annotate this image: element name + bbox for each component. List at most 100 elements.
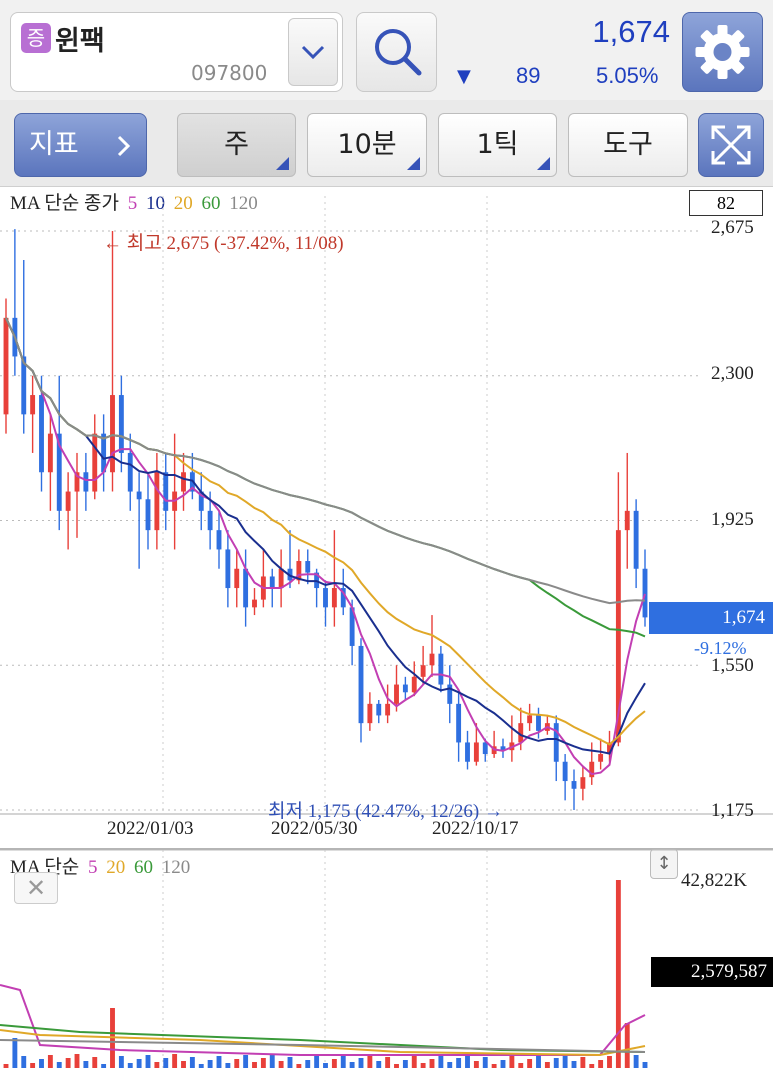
volume-bar — [385, 1057, 391, 1068]
volume-bar — [145, 1055, 151, 1068]
candle-body — [39, 395, 44, 473]
candle-body — [429, 653, 435, 666]
volume-bar — [83, 1061, 89, 1068]
candle-body — [136, 491, 142, 500]
volume-bar — [491, 1064, 497, 1068]
current-price: 1,674 — [592, 14, 670, 49]
search-button[interactable] — [356, 12, 437, 92]
volume-bar — [65, 1058, 71, 1068]
volume-bar — [589, 1064, 595, 1068]
candle-body — [154, 472, 160, 531]
volume-bar — [3, 1064, 9, 1068]
candle-body — [110, 395, 115, 473]
x-tick-1: 2022/01/03 — [107, 818, 194, 839]
volume-bar — [500, 1060, 506, 1068]
period-tick-button[interactable]: 1틱 — [438, 113, 557, 177]
volume-bar — [287, 1057, 293, 1068]
volume-bar — [30, 1063, 36, 1068]
candle-body — [562, 761, 568, 782]
candle-body — [118, 395, 124, 453]
candle-body — [163, 472, 169, 511]
price-chart[interactable] — [0, 186, 773, 848]
volume-bar — [340, 1055, 346, 1068]
search-icon — [375, 29, 422, 76]
volume-bar — [314, 1056, 320, 1068]
volume-bar — [615, 880, 621, 1068]
candle-body — [376, 703, 382, 716]
candle-body — [269, 576, 275, 589]
stock-code: 097800 — [191, 61, 268, 85]
volume-bar — [296, 1064, 302, 1068]
volume-bar — [181, 1061, 186, 1068]
volume-bar — [21, 1056, 27, 1068]
volume-bar — [358, 1058, 364, 1068]
ma-line-20 — [5, 317, 646, 746]
y-tick-1175: 1,175 — [711, 800, 754, 821]
candle-body — [323, 588, 328, 608]
volume-bar — [438, 1055, 444, 1068]
indicator-label: 지표 — [29, 129, 79, 160]
volume-bar — [207, 1060, 213, 1068]
candle-body — [207, 510, 213, 531]
period-10min-label: 10분 — [337, 129, 397, 160]
volume-bar — [118, 1056, 124, 1068]
candle-body — [358, 645, 364, 724]
volume-bar — [402, 1060, 408, 1068]
volume-bar — [47, 1055, 53, 1068]
price-change: 89 — [516, 63, 541, 88]
candle-body — [402, 684, 408, 693]
volume-current-marker: 2,579,587 — [651, 957, 773, 987]
candle-body — [181, 472, 186, 492]
volume-bar — [420, 1063, 426, 1068]
candle-body — [47, 433, 53, 473]
volume-bar — [189, 1057, 195, 1068]
volume-bar — [624, 1023, 630, 1068]
candle-body — [234, 568, 240, 589]
y-tick-2300: 2,300 — [711, 363, 754, 384]
volume-bar — [518, 1063, 524, 1068]
stock-type-badge: 증 — [21, 23, 51, 53]
volume-bar — [136, 1059, 142, 1068]
volume-bar — [536, 1055, 541, 1068]
volume-bar — [598, 1060, 604, 1068]
candle-body — [3, 317, 9, 415]
stock-selector[interactable]: 증 윈팩 097800 — [10, 12, 343, 92]
candle-body — [553, 723, 559, 762]
volume-bar — [527, 1059, 533, 1068]
candle-body — [252, 599, 257, 608]
candle-body — [465, 742, 470, 762]
tools-button[interactable]: 도구 — [568, 113, 688, 177]
candle-body — [624, 510, 630, 531]
tools-label: 도구 — [603, 129, 653, 160]
dropdown-corner-icon — [537, 157, 550, 170]
period-week-button[interactable]: 주 — [177, 113, 296, 177]
volume-bar — [323, 1063, 328, 1068]
candle-body — [278, 568, 284, 589]
expand-button[interactable] — [698, 113, 764, 177]
volume-bar — [642, 1062, 648, 1068]
candle-body — [420, 665, 426, 677]
candle-body — [331, 588, 337, 608]
volume-bar — [260, 1058, 266, 1068]
settings-button[interactable] — [682, 12, 763, 92]
candle-body — [394, 684, 399, 704]
indicator-button[interactable]: 지표 — [14, 113, 147, 177]
candle-body — [571, 781, 577, 789]
volume-bar — [234, 1059, 240, 1068]
volume-bar — [225, 1063, 231, 1068]
candle-body — [411, 676, 417, 693]
volume-bar — [349, 1062, 355, 1068]
volume-bar — [633, 1055, 639, 1068]
period-10min-button[interactable]: 10분 — [307, 113, 427, 177]
stock-dropdown-button[interactable] — [288, 18, 338, 86]
candle-body — [367, 703, 373, 724]
volume-bar — [305, 1060, 311, 1068]
low-annotation: 최저 1,175 (42.47%, 12/26) → — [268, 801, 503, 822]
current-price-marker: 1,674 — [649, 602, 773, 634]
candle-body — [92, 433, 98, 492]
dropdown-corner-icon — [407, 157, 420, 170]
volume-bar — [580, 1057, 586, 1068]
candle-body — [127, 452, 133, 492]
volume-bar — [367, 1054, 373, 1068]
volume-bar — [101, 1064, 107, 1068]
